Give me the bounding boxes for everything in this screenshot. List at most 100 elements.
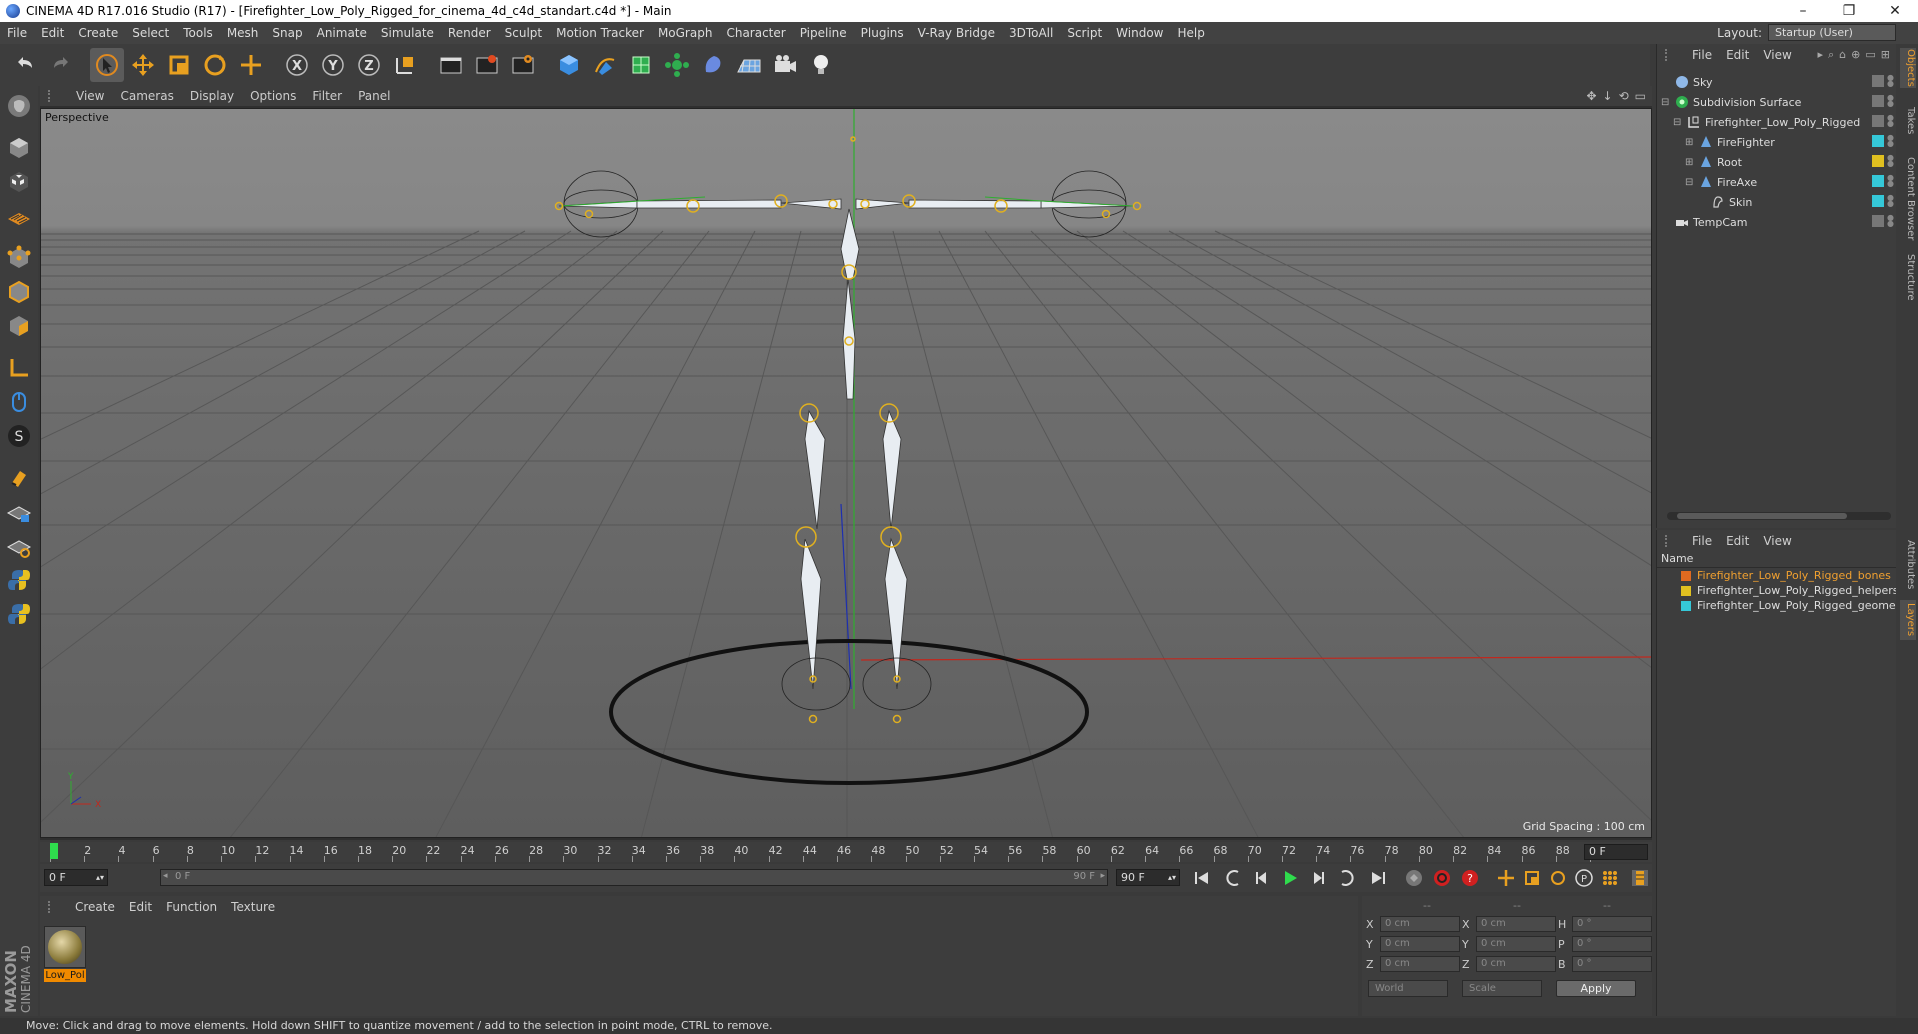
undo-icon[interactable] [8, 48, 42, 82]
object-tag-icon[interactable] [1872, 95, 1884, 107]
edges-mode-icon[interactable] [3, 276, 35, 308]
preview-range-bar[interactable]: ◂ 0 F 90 F ▸ [160, 869, 1108, 886]
expand-toggle-icon[interactable]: ⊟ [1673, 117, 1683, 128]
previous-key-icon[interactable] [1222, 867, 1246, 889]
snap-icon[interactable]: S [3, 420, 35, 452]
tab-takes[interactable]: Takes [1900, 104, 1916, 138]
size-x-field[interactable]: 0 cm [1476, 916, 1556, 932]
layer-row[interactable]: Firefighter_Low_Poly_Rigged_bones [1657, 568, 1896, 583]
visibility-dots-icon[interactable]: ● ● [1887, 214, 1894, 228]
render-to-picture-viewer-icon[interactable] [470, 48, 504, 82]
panel-grip[interactable] [48, 90, 58, 102]
go-to-start-icon[interactable] [1190, 867, 1214, 889]
visibility-dots-icon[interactable]: ● ● [1887, 94, 1894, 108]
expand-toggle-icon[interactable]: ⊟ [1661, 97, 1671, 108]
subdivision-icon[interactable] [624, 48, 658, 82]
locked-workplane-icon[interactable] [3, 496, 35, 528]
menu-simulate[interactable]: Simulate [374, 26, 441, 40]
rotation-key-icon[interactable] [1546, 867, 1570, 889]
rotation-b-field[interactable]: 0 ° [1572, 956, 1652, 972]
object-name[interactable]: Firefighter_Low_Poly_Rigged [1705, 116, 1860, 129]
layer-row[interactable]: Firefighter_Low_Poly_Rigged_geometry [1657, 598, 1896, 613]
coordinate-space-dropdown[interactable]: World [1368, 980, 1448, 997]
layer-name[interactable]: Firefighter_Low_Poly_Rigged_bones [1697, 569, 1891, 582]
layer-color-swatch[interactable] [1681, 570, 1691, 581]
object-name[interactable]: Subdivision Surface [1693, 96, 1801, 109]
material-swatch[interactable]: Low_Pol [44, 926, 86, 982]
planar-workplane-icon[interactable] [3, 530, 35, 562]
play-icon[interactable] [1278, 867, 1302, 889]
expand-toggle-icon[interactable]: ⊟ [1685, 177, 1695, 188]
menu-vray-bridge[interactable]: V-Ray Bridge [911, 26, 1002, 40]
points-mode-icon[interactable] [3, 242, 35, 274]
menu-window[interactable]: Window [1109, 26, 1170, 40]
menu-mesh[interactable]: Mesh [220, 26, 266, 40]
object-menu-file[interactable]: File [1685, 48, 1719, 62]
viewport-menu-display[interactable]: Display [182, 89, 242, 103]
end-frame-spinner-icon[interactable]: ▴▾ [1168, 870, 1176, 885]
panel-layout-icon[interactable]: ⊞ [1881, 48, 1890, 62]
tweak-mode-icon[interactable] [3, 386, 35, 418]
layer-name[interactable]: Firefighter_Low_Poly_Rigged_geometry [1697, 599, 1896, 612]
menu-script[interactable]: Script [1060, 26, 1109, 40]
object-menu-edit[interactable]: Edit [1719, 48, 1756, 62]
layer-color-chip[interactable] [1872, 155, 1884, 167]
close-button[interactable]: ✕ [1872, 3, 1918, 19]
start-frame-spinner-icon[interactable]: ▴▾ [96, 870, 104, 885]
layer-name-column[interactable]: Name [1657, 552, 1896, 568]
timeline-icon[interactable] [1628, 867, 1652, 889]
visibility-dots-icon[interactable]: ● ● [1887, 74, 1894, 88]
tab-objects[interactable]: Objects [1900, 48, 1916, 88]
tab-content-browser[interactable]: Content Browser [1900, 154, 1916, 244]
viewport-menu-panel[interactable]: Panel [350, 89, 398, 103]
menu-help[interactable]: Help [1170, 26, 1211, 40]
start-frame-field[interactable]: 0 F ▴▾ [44, 869, 108, 886]
apply-button[interactable]: Apply [1556, 980, 1636, 997]
layer-menu-file[interactable]: File [1685, 534, 1719, 548]
viewport-menu-filter[interactable]: Filter [304, 89, 350, 103]
minimize-panel-icon[interactable]: ▭ [1865, 48, 1875, 62]
menu-edit[interactable]: Edit [34, 26, 71, 40]
object-name[interactable]: Skin [1729, 196, 1752, 209]
go-to-end-icon[interactable] [1366, 867, 1390, 889]
move-key-icon[interactable] [1494, 867, 1518, 889]
layer-color-chip[interactable] [1872, 135, 1884, 147]
object-name[interactable]: Root [1717, 156, 1742, 169]
cube-icon[interactable] [552, 48, 586, 82]
live-selection-icon[interactable] [90, 48, 124, 82]
viewport-camera-label[interactable]: Perspective [45, 111, 109, 124]
viewport-menu-cameras[interactable]: Cameras [112, 89, 181, 103]
menu-3dtoall[interactable]: 3DToAll [1002, 26, 1060, 40]
toggle-view-icon[interactable]: ▭ [1635, 89, 1646, 103]
tab-attributes[interactable]: Attributes [1900, 534, 1916, 596]
next-frame-icon[interactable] [1306, 867, 1330, 889]
position-x-field[interactable]: 0 cm [1380, 916, 1460, 932]
menu-select[interactable]: Select [125, 26, 176, 40]
object-tag-icon[interactable] [1872, 215, 1884, 227]
object-hscrollbar[interactable] [1667, 512, 1891, 520]
texture-mode-icon[interactable] [3, 166, 35, 198]
menu-snap[interactable]: Snap [265, 26, 309, 40]
menu-file[interactable]: File [0, 26, 34, 40]
visibility-dots-icon[interactable]: ● ● [1887, 174, 1894, 188]
viewport-menu-view[interactable]: View [68, 89, 112, 103]
layout-select[interactable]: Startup (User) [1768, 24, 1896, 41]
make-editable-icon[interactable] [3, 90, 35, 122]
workplane-mode-icon[interactable] [3, 200, 35, 232]
scale-icon[interactable] [162, 48, 196, 82]
current-frame-field[interactable]: 0 F [1584, 844, 1648, 860]
object-tag-icon[interactable] [1872, 115, 1884, 127]
enable-snap-icon[interactable] [3, 462, 35, 494]
panel-grip[interactable] [1665, 49, 1675, 61]
home-icon[interactable]: ⌂ [1839, 48, 1846, 62]
menu-animate[interactable]: Animate [310, 26, 374, 40]
model-mode-icon[interactable] [3, 132, 35, 164]
pla-key-icon[interactable] [1598, 867, 1622, 889]
size-y-field[interactable]: 0 cm [1476, 936, 1556, 952]
panel-grip[interactable] [48, 901, 58, 913]
object-name[interactable]: FireAxe [1717, 176, 1757, 189]
layer-color-swatch[interactable] [1681, 600, 1691, 611]
scroll-thumb[interactable] [1677, 513, 1847, 519]
minimize-button[interactable]: – [1780, 3, 1826, 19]
visibility-dots-icon[interactable]: ● ● [1887, 154, 1894, 168]
